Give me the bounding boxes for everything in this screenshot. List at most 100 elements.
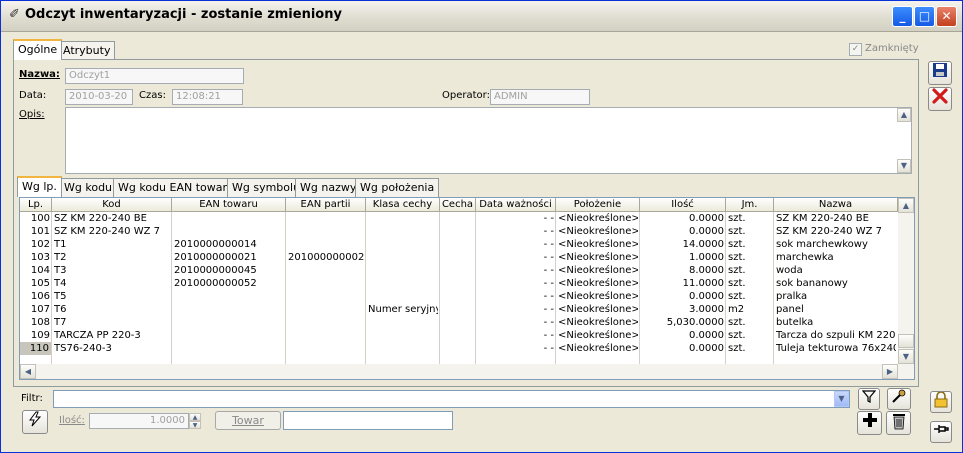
close-button[interactable]: ✕ (936, 6, 957, 27)
table-cell (442, 225, 474, 238)
table-cell: <Nieokreślone> (558, 304, 638, 315)
tab-wg-nazwy[interactable]: Wg nazwy (295, 178, 362, 197)
tab-atrybuty[interactable]: Atrybuty (58, 41, 116, 60)
column-header[interactable]: Ilość (640, 198, 726, 212)
table-cell (442, 251, 474, 264)
table-cell: - - (543, 343, 554, 354)
table-cell: 105 (30, 278, 50, 289)
table-cell: Numer seryjny (368, 304, 438, 315)
column-header[interactable]: Kod (52, 198, 172, 212)
tab-wg-kodu[interactable]: Wg kodu (59, 178, 118, 197)
table-cell (368, 277, 438, 290)
column-header[interactable]: EAN partii (286, 198, 366, 212)
table-cell (174, 316, 284, 329)
table-cell (288, 238, 364, 251)
qty-increment[interactable]: ▲ (189, 413, 201, 421)
column-header[interactable]: Klasa cechy (366, 198, 440, 212)
table-row[interactable]: 102 T1 2010000000014 - - <Nieokreślone> 14.00… (20, 238, 898, 251)
table-row[interactable]: 105 T4 2010000000052 - - <Nieokreślone> 11.00… (20, 277, 898, 290)
date-field[interactable]: 2010-03-20 (65, 89, 133, 105)
towar-button[interactable]: Towar (215, 411, 281, 430)
table-cell: - - (543, 317, 554, 328)
closed-checkbox[interactable]: ✓ (849, 43, 862, 56)
table-cell: 107 (30, 304, 50, 315)
table-row[interactable]: 104 T3 2010000000045 - - <Nieokreślone> 8.000… (20, 264, 898, 277)
table-cell: - - (543, 226, 554, 237)
table-row[interactable]: 110 TS76-240-3 - - <Nieokreślone> 0.0000 szt.… (20, 342, 898, 355)
column-header[interactable]: EAN towaru (172, 198, 286, 212)
filter-settings-icon[interactable] (887, 388, 911, 410)
pin-icon[interactable] (930, 421, 952, 443)
table-cell: <Nieokreślone> (558, 278, 638, 289)
column-header[interactable]: Lp. (20, 198, 52, 212)
table-row[interactable]: 108 T7 - - <Nieokreślone> 5,030.0000 szt. bute… (20, 316, 898, 329)
inventory-table[interactable]: Lp. Kod EAN towaru EAN partii Klasa cechy Cec… (19, 197, 915, 380)
table-cell (442, 329, 474, 342)
qty-field[interactable]: 1.0000 (89, 413, 189, 429)
table-cell: 2010000000021 (288, 252, 364, 263)
table-cell (174, 290, 284, 303)
qty-label: Ilość: (59, 415, 85, 426)
description-field[interactable] (65, 107, 912, 174)
table-cell: <Nieokreślone> (558, 265, 638, 276)
filter-icon[interactable] (858, 388, 880, 410)
description-scroll-up[interactable]: ▲ (897, 108, 911, 122)
tab-wg-kodu-ean[interactable]: Wg kodu EAN towaru (113, 178, 239, 197)
operator-field[interactable]: ADMIN (490, 89, 590, 105)
table-cell (288, 225, 364, 238)
scroll-thumb[interactable] (898, 334, 914, 348)
column-header[interactable]: Nazwa (774, 198, 898, 212)
lightning-icon[interactable] (22, 410, 48, 434)
table-row[interactable]: 100 SZ KM 220-240 BE - - <Nieokreślone> 0.00… (20, 212, 898, 225)
table-cell: 2010000000014 (174, 239, 257, 250)
description-scroll-down[interactable]: ▼ (897, 159, 911, 173)
chevron-down-icon[interactable]: ▼ (834, 391, 849, 407)
tab-wg-symbolu[interactable]: Wg symbolu (227, 178, 306, 197)
tab-wg-lp[interactable]: Wg lp. (17, 176, 62, 197)
table-cell: szt. (728, 330, 746, 341)
column-header[interactable]: Jm. (726, 198, 774, 212)
table-cell: 5,030.0000 (666, 317, 724, 328)
table-row[interactable]: 103 T2 2010000000021 2010000000021 - - <Nieok… (20, 251, 898, 264)
scroll-right-button[interactable]: ▶ (882, 364, 898, 379)
qty-decrement[interactable]: ▼ (189, 421, 201, 429)
table-cell: 103 (30, 252, 50, 263)
tab-ogolne[interactable]: Ogólne (13, 39, 63, 60)
horizontal-scrollbar[interactable]: ◀ ▶ (20, 364, 914, 379)
lock-icon[interactable] (930, 391, 952, 413)
table-row[interactable]: 109 TARCZA PP 220-3 - - <Nieokreślone> 0.000… (20, 329, 898, 342)
table-row[interactable]: 106 T5 - - <Nieokreślone> 0.0000 szt. pralka (20, 290, 898, 303)
add-icon[interactable] (857, 411, 882, 435)
table-row[interactable]: 101 SZ KM 220-240 WZ 7 - - <Nieokreślone> 0.… (20, 225, 898, 238)
tab-wg-polozenia[interactable]: Wg położenia (355, 178, 440, 197)
table-cell: T5 (54, 291, 67, 302)
filter-combobox[interactable] (53, 390, 850, 408)
column-header[interactable]: Cecha (440, 198, 476, 212)
table-cell (368, 212, 438, 225)
table-cell: szt. (728, 226, 746, 237)
table-cell: <Nieokreślone> (558, 226, 638, 237)
cancel-icon[interactable] (928, 87, 952, 111)
column-header[interactable]: Data ważności (476, 198, 556, 212)
trash-icon[interactable] (886, 411, 911, 435)
vertical-scrollbar[interactable]: ▲ ▼ (898, 198, 914, 364)
table-cell: SZ KM 220-240 BE (776, 213, 869, 224)
table-cell: szt. (728, 317, 746, 328)
table-cell: 2010000000045 (174, 265, 257, 276)
table-row[interactable]: 107 T6 Numer seryjny - - <Nieokreślone> 3.000… (20, 303, 898, 316)
table-cell: 101 (30, 226, 50, 237)
table-cell: szt. (728, 239, 746, 250)
table-cell: <Nieokreślone> (558, 343, 638, 354)
save-icon[interactable] (928, 61, 952, 85)
table-cell: 106 (30, 291, 50, 302)
towar-field[interactable] (283, 411, 453, 430)
name-field[interactable]: Odczyt1 (65, 68, 244, 84)
scroll-down-button[interactable]: ▼ (898, 349, 914, 364)
scroll-up-button[interactable]: ▲ (898, 198, 914, 213)
minimize-button[interactable]: _ (892, 6, 913, 27)
column-header[interactable]: Położenie (556, 198, 640, 212)
time-field[interactable]: 12:08:21 (172, 89, 243, 105)
maximize-button[interactable]: □ (914, 6, 935, 27)
scroll-left-button[interactable]: ◀ (20, 364, 36, 379)
table-cell: <Nieokreślone> (558, 213, 638, 224)
